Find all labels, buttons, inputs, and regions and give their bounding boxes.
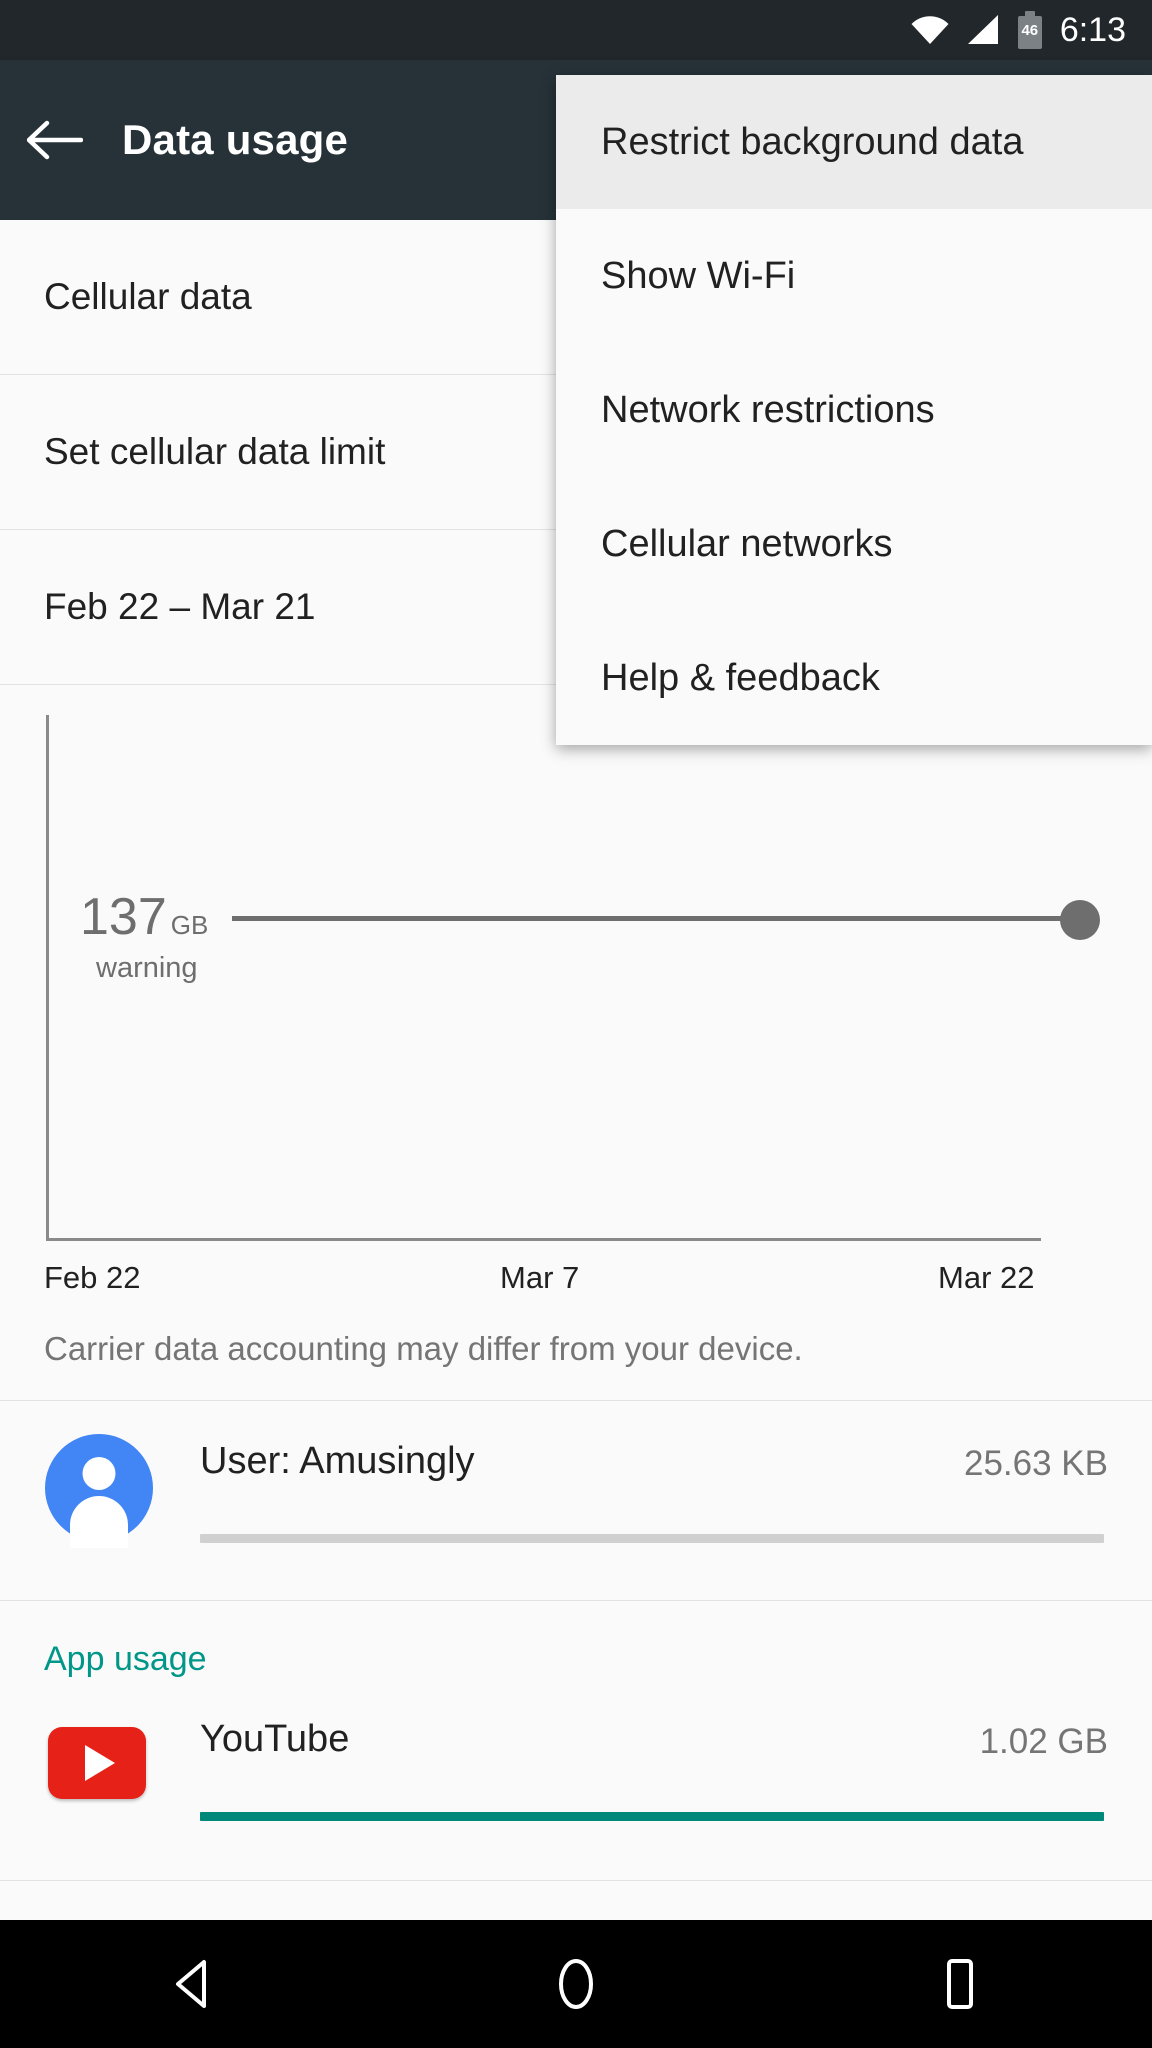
menu-item-label: Show Wi-Fi	[601, 254, 796, 297]
back-arrow-icon[interactable]	[0, 60, 110, 220]
android-data-usage-screen: 46 6:13 Data usage Cellular data Set cel…	[0, 0, 1152, 2048]
cellular-signal-icon	[966, 14, 1000, 46]
app-usage-value: 1.02 GB	[979, 1722, 1108, 1761]
menu-item-show-wifi[interactable]: Show Wi-Fi	[556, 209, 1152, 343]
menu-item-network-restrictions[interactable]: Network restrictions	[556, 343, 1152, 477]
chart-warning-caption: warning	[96, 952, 198, 984]
app-usage-progress-fill	[200, 1812, 1104, 1821]
status-bar-clock: 6:13	[1059, 11, 1126, 49]
chart-x-tick-labels: Feb 22 Mar 7 Mar 22	[0, 1260, 1152, 1310]
nav-home-icon[interactable]	[486, 1920, 666, 2048]
warning-unit: GB	[170, 910, 209, 940]
battery-level-label: 46	[1021, 22, 1039, 39]
settings-row-label: Cellular data	[44, 276, 252, 317]
chart-x-tick: Mar 22	[938, 1260, 1035, 1295]
menu-item-label: Help & feedback	[601, 656, 880, 699]
status-bar: 46 6:13	[0, 0, 1152, 60]
settings-row-label: Set cellular data limit	[44, 431, 386, 472]
user-usage-value: 25.63 KB	[964, 1444, 1108, 1483]
menu-item-label: Restrict background data	[601, 120, 1024, 163]
chart-y-axis	[46, 715, 49, 1240]
menu-item-label: Cellular networks	[601, 522, 893, 565]
nav-recents-icon[interactable]	[870, 1920, 1050, 2048]
settings-row-label: Feb 22 – Mar 21	[44, 586, 316, 627]
user-usage-progress-bar	[200, 1534, 1104, 1543]
menu-item-label: Network restrictions	[601, 388, 935, 431]
chart-x-axis	[46, 1238, 1041, 1241]
data-usage-chart: 137 GB warning Feb 22 Mar 7 Mar 22	[0, 690, 1152, 1370]
menu-item-cellular-networks[interactable]: Cellular networks	[556, 477, 1152, 611]
app-usage-heading: App usage	[44, 1640, 207, 1678]
person-avatar-icon	[45, 1434, 153, 1548]
app-usage-row-youtube[interactable]: YouTube 1.02 GB	[0, 1700, 1152, 1860]
app-name-label: YouTube	[200, 1718, 350, 1760]
overflow-menu: Restrict background data Show Wi-Fi Netw…	[556, 75, 1152, 745]
chart-warning-slider-handle[interactable]	[1060, 900, 1100, 940]
menu-item-restrict-background-data[interactable]: Restrict background data	[556, 75, 1152, 209]
section-divider	[0, 1600, 1152, 1601]
menu-item-help-feedback[interactable]: Help & feedback	[556, 611, 1152, 745]
user-usage-row[interactable]: User: Amusingly 25.63 KB	[0, 1422, 1152, 1572]
section-divider	[0, 1880, 1152, 1881]
chart-x-tick: Mar 7	[500, 1260, 580, 1295]
nav-back-icon[interactable]	[102, 1920, 282, 2048]
battery-icon: 46	[1016, 11, 1044, 49]
section-divider	[0, 1400, 1152, 1401]
chart-warning-line	[232, 916, 1072, 921]
page-title: Data usage	[122, 116, 349, 163]
user-name-label: User: Amusingly	[200, 1440, 475, 1482]
carrier-disclaimer: Carrier data accounting may differ from …	[44, 1330, 803, 1367]
warning-number: 137	[80, 888, 167, 946]
android-navigation-bar	[0, 1920, 1152, 2048]
chart-x-tick: Feb 22	[44, 1260, 141, 1295]
youtube-icon	[48, 1727, 146, 1799]
wifi-icon	[910, 15, 950, 45]
app-usage-progress-bar	[200, 1812, 1104, 1821]
chart-warning-value: 137 GB	[80, 890, 208, 952]
